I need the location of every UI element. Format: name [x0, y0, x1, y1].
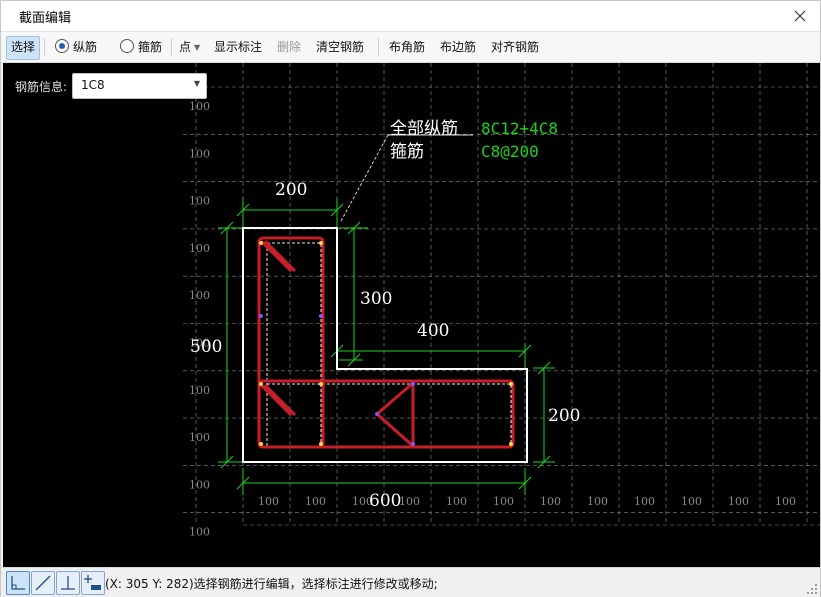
rebar-point[interactable] — [411, 382, 415, 386]
window-title: 截面编辑 — [19, 11, 72, 26]
grid-label: 100 — [305, 495, 326, 508]
dimension-notch-width[interactable]: 400 — [417, 321, 449, 341]
rebar-point[interactable] — [259, 241, 263, 245]
all-longitudinal-value[interactable]: 8C12+4C8 — [481, 119, 558, 138]
rebar-point[interactable] — [319, 442, 323, 446]
grid-label: 100 — [189, 242, 210, 255]
dimension-bottom-width[interactable]: 600 — [369, 491, 401, 511]
grid-label: 100 — [634, 495, 655, 508]
rebar-info-value: 1C8 — [81, 78, 105, 92]
radio-unchecked-icon — [120, 39, 134, 53]
oblique-mode-icon — [35, 575, 51, 591]
orthogonal-mode-icon — [11, 576, 25, 590]
corner-rebar-button[interactable]: 布角筋 — [389, 36, 425, 58]
stirrup-annotation-value[interactable]: C8@200 — [481, 142, 539, 161]
chevron-down-icon: ▼ — [194, 43, 201, 52]
toolbar-separator — [171, 38, 172, 56]
orthogonal-mode-button[interactable] — [6, 571, 30, 595]
section-drawing[interactable]: 100100100100100100100100100100100 100 100 1… — [3, 63, 820, 567]
all-longitudinal-label[interactable]: 全部纵筋 — [390, 119, 458, 139]
section-edit-window: 截面编辑 选择 纵筋 箍筋 点 ▼ 显示标注 删除 清空钢筋 布角筋 布边筋 对齐… — [0, 0, 821, 597]
grid-label: 100 — [189, 526, 210, 539]
stirrup-radio[interactable]: 箍筋 — [120, 36, 162, 58]
longitudinal-rebar-radio[interactable]: 纵筋 — [55, 36, 97, 58]
close-button[interactable] — [780, 1, 820, 31]
dimension-top-width[interactable]: 200 — [275, 180, 307, 200]
grid-label: 100 — [728, 495, 749, 508]
rebar-point[interactable] — [259, 314, 263, 318]
rebar-info-label: 钢筋信息: — [15, 80, 68, 94]
add-point-mode-button[interactable] — [81, 571, 105, 595]
delete-button[interactable]: 删除 — [277, 36, 301, 58]
align-rebar-button[interactable]: 对齐钢筋 — [491, 36, 539, 58]
rebar-point[interactable] — [259, 442, 263, 446]
clear-rebar-button[interactable]: 清空钢筋 — [316, 36, 364, 58]
rebar-point[interactable] — [319, 314, 323, 318]
toolbar: 选择 纵筋 箍筋 点 ▼ 显示标注 删除 清空钢筋 布角筋 布边筋 对齐钢筋 — [1, 32, 820, 63]
grid-label: 100 — [446, 495, 467, 508]
grid-label: 100 — [681, 495, 702, 508]
stirrup-annotation-label[interactable]: 箍筋 — [390, 142, 424, 162]
grid-label: 100 — [775, 495, 796, 508]
status-text: (X: 305 Y: 282)选择钢筋进行编辑，选择标注进行修改或移动; — [105, 577, 438, 591]
point-label: 点 — [179, 40, 192, 54]
select-button[interactable]: 选择 — [6, 36, 41, 60]
grid-label: 100 — [540, 495, 561, 508]
perpendicular-mode-icon — [61, 576, 75, 590]
add-point-mode-icon — [84, 575, 101, 590]
grid-label: 100 — [189, 147, 210, 160]
title-bar: 截面编辑 — [1, 1, 820, 32]
grid-label: 100 — [189, 384, 210, 397]
point-dropdown[interactable]: 点 ▼ — [179, 36, 200, 58]
rebar-point[interactable] — [319, 241, 323, 245]
grid-label: 100 — [189, 289, 210, 302]
show-annotation-button[interactable]: 显示标注 — [214, 36, 262, 58]
toolbar-separator — [378, 38, 379, 56]
dimension-left-height[interactable]: 500 — [190, 337, 222, 357]
grid-label: 100 — [399, 495, 420, 508]
grid-label: 100 — [189, 431, 210, 444]
stirrup-label: 箍筋 — [138, 40, 163, 54]
status-bar: (X: 305 Y: 282)选择钢筋进行编辑，选择标注进行修改或移动; — [1, 567, 820, 597]
rebar-point[interactable] — [411, 442, 415, 446]
rebar-point[interactable] — [375, 412, 379, 416]
oblique-mode-button[interactable] — [31, 571, 55, 595]
grid-label: 100 — [587, 495, 608, 508]
dimension-notch-depth[interactable]: 300 — [360, 289, 392, 309]
rebar-point[interactable] — [509, 442, 513, 446]
rebar-point[interactable] — [259, 382, 263, 386]
dimension-right-height[interactable]: 200 — [548, 406, 580, 426]
toolbar-separator — [44, 38, 45, 56]
perpendicular-mode-button[interactable] — [56, 571, 80, 595]
grid-label: 100 — [189, 478, 210, 491]
edge-rebar-button[interactable]: 布边筋 — [440, 36, 476, 58]
rebar-point[interactable] — [319, 382, 323, 386]
grid-label: 100 — [189, 100, 210, 113]
chevron-down-icon: ▼ — [193, 79, 200, 88]
rebar-info-select[interactable]: 1C8 ▼ — [72, 73, 207, 99]
drawing-canvas[interactable]: 100 100 100 100 100 100 100 100 100 100 100 100 100 1… — [3, 63, 820, 567]
grid-label: 100 — [258, 495, 279, 508]
grid-label: 100 — [493, 495, 514, 508]
longitudinal-rebar-label: 纵筋 — [73, 40, 98, 54]
rebar-point[interactable] — [509, 382, 513, 386]
radio-checked-icon — [55, 39, 69, 53]
close-icon — [794, 10, 806, 22]
grid-label: 100 — [189, 195, 210, 208]
resize-grip-icon[interactable] — [807, 584, 817, 594]
